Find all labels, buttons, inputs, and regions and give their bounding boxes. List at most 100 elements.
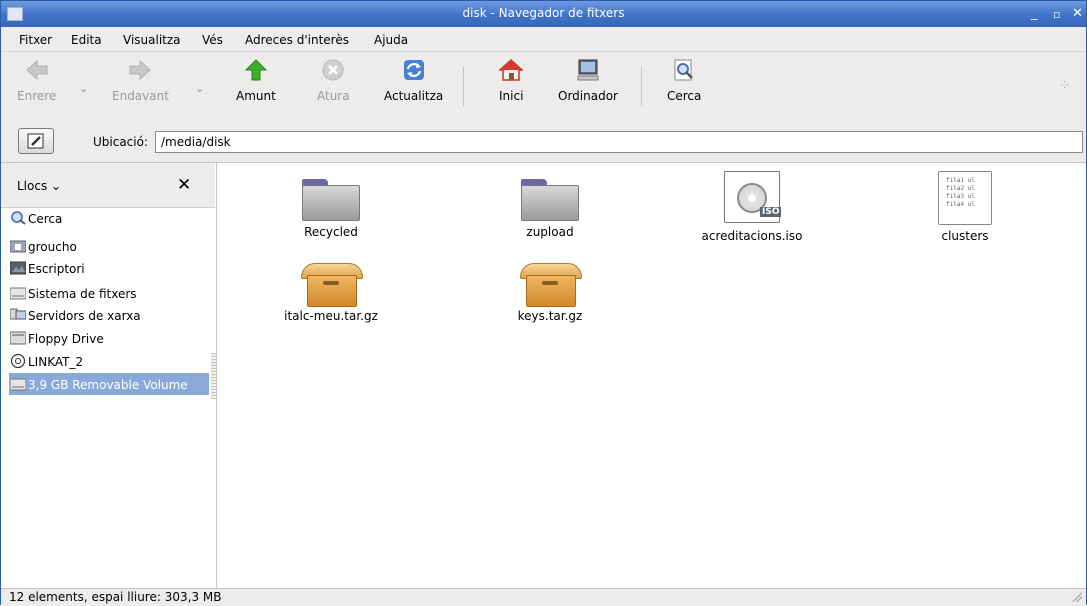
- back-arrow-icon: [25, 58, 49, 82]
- desktop-icon: [9, 261, 27, 275]
- text-preview-line: fila4 ul: [946, 201, 975, 208]
- file-label: italc-meu.tar.gz: [284, 309, 378, 323]
- sidebar-item-label: Cerca: [28, 212, 63, 226]
- file-label: zupload: [526, 225, 574, 239]
- sidebar-item-label: LINKAT_2: [28, 355, 84, 369]
- stop-icon: [321, 58, 345, 82]
- sidebar-close-icon[interactable]: ✕: [177, 175, 191, 195]
- home-icon: [498, 58, 525, 82]
- location-input[interactable]: /media/disk: [155, 131, 1083, 153]
- removable-drive-icon: [9, 377, 27, 391]
- edit-location-icon: [27, 133, 44, 149]
- file-item-keys-tar-gz[interactable]: keys.tar.gz: [475, 263, 625, 323]
- menu-edita[interactable]: Edita: [71, 33, 102, 47]
- menu-fitxer[interactable]: Fitxer: [19, 33, 52, 47]
- home-label: Inici: [499, 89, 524, 103]
- forward-history-dropdown-icon[interactable]: ⌄: [195, 82, 204, 95]
- text-file-icon: fila1 ul fila2 ul fila3 ul fila4 ul: [938, 171, 992, 225]
- reload-button[interactable]: Actualitza: [384, 58, 443, 103]
- cdrom-icon: [10, 353, 26, 369]
- menu-bar: Fitxer Edita Visualitza Vés Adreces d'in…: [1, 27, 1086, 51]
- throbber-icon: ⁘: [1059, 78, 1071, 94]
- maximize-icon[interactable]: ▫: [1053, 8, 1060, 21]
- close-icon[interactable]: ✕: [1072, 6, 1083, 21]
- sidebar-item-servidors-de-xarxa[interactable]: Servidors de xarxa: [9, 304, 209, 326]
- text-preview-line: fila1 ul: [946, 177, 975, 184]
- sidebar-item-label: Escriptori: [28, 262, 85, 276]
- stop-label: Atura: [317, 89, 350, 103]
- file-label: Recycled: [304, 225, 358, 239]
- sidebar-item-groucho[interactable]: groucho: [9, 235, 209, 257]
- folder-icon: [302, 177, 360, 221]
- folder-icon: [521, 177, 579, 221]
- disc-image-icon: ISO: [722, 171, 782, 225]
- back-label: Enrere: [17, 89, 57, 103]
- sidebar-item-escriptori[interactable]: Escriptori: [9, 257, 209, 279]
- file-label: clusters: [941, 229, 989, 243]
- status-bar: 12 elements, espai lliure: 303,3 MB: [1, 588, 1086, 606]
- up-label: Amunt: [236, 89, 276, 103]
- stop-button[interactable]: Atura: [317, 58, 350, 103]
- home-button[interactable]: Inici: [498, 58, 525, 103]
- computer-icon: [576, 58, 600, 82]
- menu-visualitza[interactable]: Visualitza: [123, 33, 181, 47]
- toolbar: Enrere ⌄ Endavant ⌄ Amunt Atura Actualit…: [1, 51, 1086, 121]
- sidebar-view-selector[interactable]: Llocs ⌄: [17, 179, 61, 193]
- minimize-icon[interactable]: _: [1031, 6, 1038, 21]
- menu-ajuda[interactable]: Ajuda: [374, 33, 408, 47]
- menu-adreces[interactable]: Adreces d'interès: [245, 33, 349, 47]
- chevron-down-icon: ⌄: [51, 179, 62, 193]
- toggle-location-entry-button[interactable]: [18, 128, 54, 154]
- archive-icon: [518, 263, 582, 307]
- title-bar[interactable]: disk - Navegador de fitxers _ ▫ ✕: [1, 1, 1086, 27]
- sidebar-view-selector-label: Llocs: [17, 179, 48, 193]
- sidebar-item-floppy-drive[interactable]: Floppy Drive: [9, 327, 209, 349]
- text-preview-line: fila2 ul: [946, 185, 975, 192]
- computer-button[interactable]: Ordinador: [558, 58, 618, 103]
- sidebar-header: Llocs ⌄ ✕: [1, 163, 215, 208]
- reload-label: Actualitza: [384, 89, 444, 103]
- sidebar-resize-handle[interactable]: [211, 353, 216, 399]
- up-arrow-icon: [244, 58, 268, 82]
- file-item-clusters[interactable]: fila1 ul fila2 ul fila3 ul fila4 ul clus…: [890, 171, 1040, 243]
- iso-badge: ISO: [760, 207, 782, 217]
- window-title: disk - Navegador de fitxers: [462, 6, 625, 20]
- toolbar-separator: [641, 66, 642, 106]
- computer-label: Ordinador: [558, 89, 618, 103]
- sidebar: Llocs ⌄ ✕ Cerca groucho Escriptori Siste…: [1, 163, 217, 588]
- menu-ves[interactable]: Vés: [202, 33, 223, 47]
- drive-icon: [9, 286, 27, 300]
- forward-button[interactable]: Endavant: [112, 58, 169, 103]
- location-bar: Ubicació: /media/disk: [1, 120, 1086, 163]
- sidebar-item-sistema-de-fitxers[interactable]: Sistema de fitxers: [9, 282, 209, 304]
- sidebar-item-linkat-2[interactable]: LINKAT_2: [9, 350, 209, 372]
- search-label: Cerca: [667, 89, 702, 103]
- sidebar-item-removable-volume[interactable]: 3,9 GB Removable Volume: [9, 373, 209, 395]
- file-item-italc-meu-tar-gz[interactable]: italc-meu.tar.gz: [256, 263, 406, 323]
- home-folder-icon: [9, 239, 27, 253]
- sidebar-item-label: 3,9 GB Removable Volume: [28, 378, 188, 392]
- sidebar-item-label: Sistema de fitxers: [28, 287, 137, 301]
- back-button[interactable]: Enrere: [17, 58, 56, 103]
- file-view: Recycled zupload ISO acreditacions.iso f…: [217, 163, 1086, 588]
- file-item-recycled[interactable]: Recycled: [256, 177, 406, 239]
- forward-label: Endavant: [112, 89, 169, 103]
- sidebar-item-cerca[interactable]: Cerca: [9, 207, 209, 229]
- search-icon: [10, 211, 26, 225]
- sidebar-item-label: groucho: [28, 240, 77, 254]
- file-item-zupload[interactable]: zupload: [475, 177, 625, 239]
- up-button[interactable]: Amunt: [236, 58, 276, 103]
- resize-grip-icon[interactable]: [1072, 592, 1082, 602]
- status-text: 12 elements, espai lliure: 303,3 MB: [9, 590, 222, 604]
- network-icon: [9, 308, 27, 322]
- reload-icon: [402, 58, 426, 82]
- archive-icon: [299, 263, 363, 307]
- forward-arrow-icon: [128, 58, 152, 82]
- back-history-dropdown-icon[interactable]: ⌄: [79, 82, 88, 95]
- text-preview-line: fila3 ul: [946, 193, 975, 200]
- location-label: Ubicació:: [93, 135, 149, 149]
- file-label: acreditacions.iso: [701, 229, 803, 243]
- search-icon: [672, 58, 696, 82]
- file-item-acreditacions-iso[interactable]: ISO acreditacions.iso: [677, 171, 827, 243]
- search-button[interactable]: Cerca: [667, 58, 701, 103]
